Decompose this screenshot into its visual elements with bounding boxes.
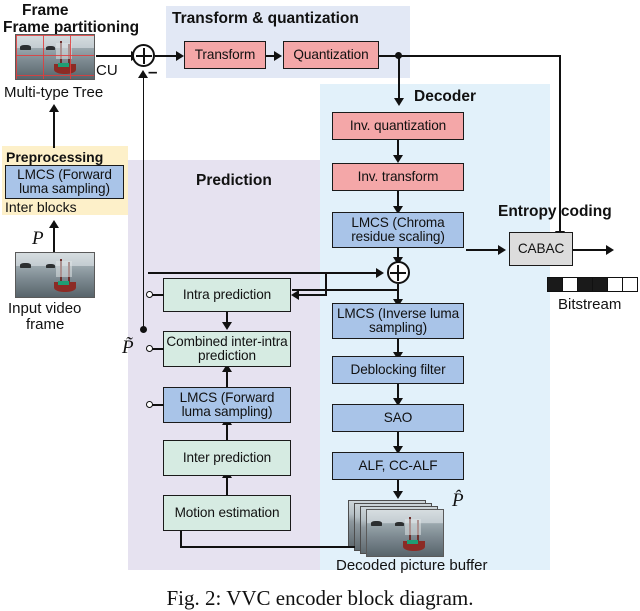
- input-video-frame-thumbnail: [15, 252, 95, 298]
- region-title-entropy-coding: Entropy coding: [498, 203, 612, 220]
- decoded-picture-buffer-label: Decoded picture buffer: [336, 557, 488, 574]
- edge-cabac-to-bitstream: [573, 249, 609, 251]
- junction-dot-prediction-tap: [140, 326, 147, 333]
- block-lmcs-inverse-luma-sampling[interactable]: LMCS (Inverse luma sampling): [332, 303, 464, 339]
- bitstream-cell: [563, 278, 578, 291]
- bitstream-cell: [593, 278, 608, 291]
- edge-cip-to-sum2-lower: [292, 289, 398, 291]
- input-video-frame-label-line2: frame: [26, 316, 65, 333]
- arrowhead-sum-to-transform: [176, 50, 184, 61]
- p-input-label: P: [32, 228, 44, 249]
- edge-quantization-to-cabac-horizontal: [398, 55, 561, 57]
- edge-quantization-to-decoder: [398, 55, 400, 99]
- arrowhead-input-to-preprocessing: [48, 220, 59, 228]
- block-label: CABAC: [517, 240, 565, 256]
- block-inv-quantization[interactable]: Inv. quantization: [332, 112, 464, 140]
- p-tilde-label: P̃: [122, 337, 134, 358]
- edge-dpb-to-motion-horizontal: [180, 546, 355, 548]
- arrowhead-prediction-to-sum2: [376, 267, 384, 278]
- block-quantization[interactable]: Quantization: [283, 41, 379, 69]
- arrowhead-cabac-output: [606, 244, 614, 255]
- block-sao[interactable]: SAO: [332, 404, 464, 432]
- block-label: SAO: [383, 409, 413, 425]
- block-label: Inter prediction: [182, 449, 272, 465]
- figure-canvas: Transform & quantization Decoder Predict…: [0, 0, 640, 610]
- arrowhead-prediction-to-sum: [138, 70, 149, 78]
- block-label: Combined inter-intra prediction: [166, 333, 288, 363]
- block-intra-prediction[interactable]: Intra prediction: [163, 278, 291, 312]
- region-title-transform-quantization: Transform & quantization: [172, 10, 359, 27]
- block-inv-transform[interactable]: Inv. transform: [332, 163, 464, 191]
- figure-caption: Fig. 2: VVC encoder block diagram.: [166, 586, 474, 610]
- dpb-frame-front: [366, 509, 444, 557]
- edge-prediction-to-sum: [142, 78, 145, 330]
- arrowhead-quantization-to-invquant: [393, 98, 404, 106]
- block-label: LMCS (Forward luma sampling): [17, 166, 112, 196]
- arrowhead-into-intra: [291, 289, 299, 300]
- block-label: Transform: [194, 46, 256, 62]
- bitstream-cell: [548, 278, 563, 291]
- block-lmcs-forward-luma-prediction[interactable]: LMCS (Forward luma sampling): [163, 387, 291, 423]
- bitstream-cell: [608, 278, 623, 291]
- arrowhead-alf-to-dpb: [392, 491, 403, 499]
- edge-terminal-lmcsfwd: [152, 404, 164, 406]
- edge-quantization-to-cabac-vertical: [559, 55, 561, 233]
- edge-input-to-preprocessing: [53, 228, 55, 254]
- cu-label: CU: [96, 62, 118, 79]
- partition-grid-overlay: [16, 35, 94, 79]
- block-transform[interactable]: Transform: [184, 41, 266, 69]
- inter-blocks-label: Inter blocks: [5, 199, 77, 215]
- arrowhead-transform-to-quantization: [274, 50, 282, 61]
- edge-terminal-cip: [152, 348, 164, 350]
- bitstream-cell: [623, 278, 637, 291]
- edge-inter-to-lmcsfwd: [226, 424, 228, 440]
- edge-decoder-to-cabac: [466, 249, 500, 251]
- arrowhead-invquant-to-invtransform: [392, 155, 403, 163]
- block-label: Inv. transform: [357, 168, 439, 184]
- edge-preprocessing-to-partitioning: [53, 112, 55, 148]
- block-deblocking-filter[interactable]: Deblocking filter: [332, 356, 464, 384]
- frame-partitioning-label-line1: Frame: [22, 2, 69, 19]
- block-label: Inv. quantization: [349, 117, 447, 133]
- multi-type-tree-label: Multi-type Tree: [4, 84, 104, 101]
- bitstream-label: Bitstream: [558, 296, 622, 313]
- block-label: LMCS (Chroma residue scaling): [351, 214, 445, 244]
- edge-frame-to-sum: [96, 55, 134, 57]
- block-label: LMCS (Forward luma sampling): [179, 389, 275, 419]
- block-inter-prediction[interactable]: Inter prediction: [163, 440, 291, 476]
- region-title-preprocessing: Preprocessing: [6, 149, 104, 165]
- edge-motion-to-inter: [226, 477, 228, 495]
- edge-lmcsfwd-to-cip: [226, 371, 228, 387]
- block-label: Motion estimation: [174, 504, 280, 520]
- block-lmcs-chroma-residue-scaling[interactable]: LMCS (Chroma residue scaling): [332, 212, 464, 248]
- minus-sign-label: –: [148, 62, 158, 81]
- arrowhead-into-cabac-left: [498, 244, 506, 255]
- block-label: Quantization: [293, 46, 369, 62]
- region-title-decoder: Decoder: [414, 88, 477, 105]
- block-label: ALF, CC-ALF: [358, 457, 438, 473]
- block-label: LMCS (Inverse luma sampling): [336, 305, 460, 335]
- edge-prediction-to-sum2: [148, 272, 379, 274]
- bitstream-cell: [578, 278, 593, 291]
- frame-partitioning-thumbnail: [15, 34, 95, 80]
- edge-terminal-intra: [152, 294, 164, 296]
- edge-recon-to-intra-vertical: [325, 272, 327, 295]
- bitstream-strip: [547, 277, 638, 292]
- arrowhead-intra-to-cip: [221, 322, 232, 330]
- input-video-frame-label-line1: Input video: [8, 300, 82, 317]
- block-label: Intra prediction: [182, 286, 272, 302]
- block-label: Deblocking filter: [350, 361, 446, 377]
- block-cabac[interactable]: CABAC: [509, 232, 573, 266]
- block-alf-ccalf[interactable]: ALF, CC-ALF: [332, 452, 464, 480]
- arrowhead-preprocessing-to-partitioning: [48, 104, 59, 112]
- edge-into-intra-right: [299, 294, 327, 296]
- region-title-prediction: Prediction: [196, 172, 272, 189]
- summing-node-reconstruct: [386, 261, 410, 284]
- block-combined-inter-intra-prediction[interactable]: Combined inter-intra prediction: [163, 331, 291, 367]
- block-lmcs-forward-luma-preprocessing[interactable]: LMCS (Forward luma sampling): [5, 165, 124, 199]
- block-motion-estimation[interactable]: Motion estimation: [163, 495, 291, 531]
- p-hat-label: P̂: [452, 490, 464, 511]
